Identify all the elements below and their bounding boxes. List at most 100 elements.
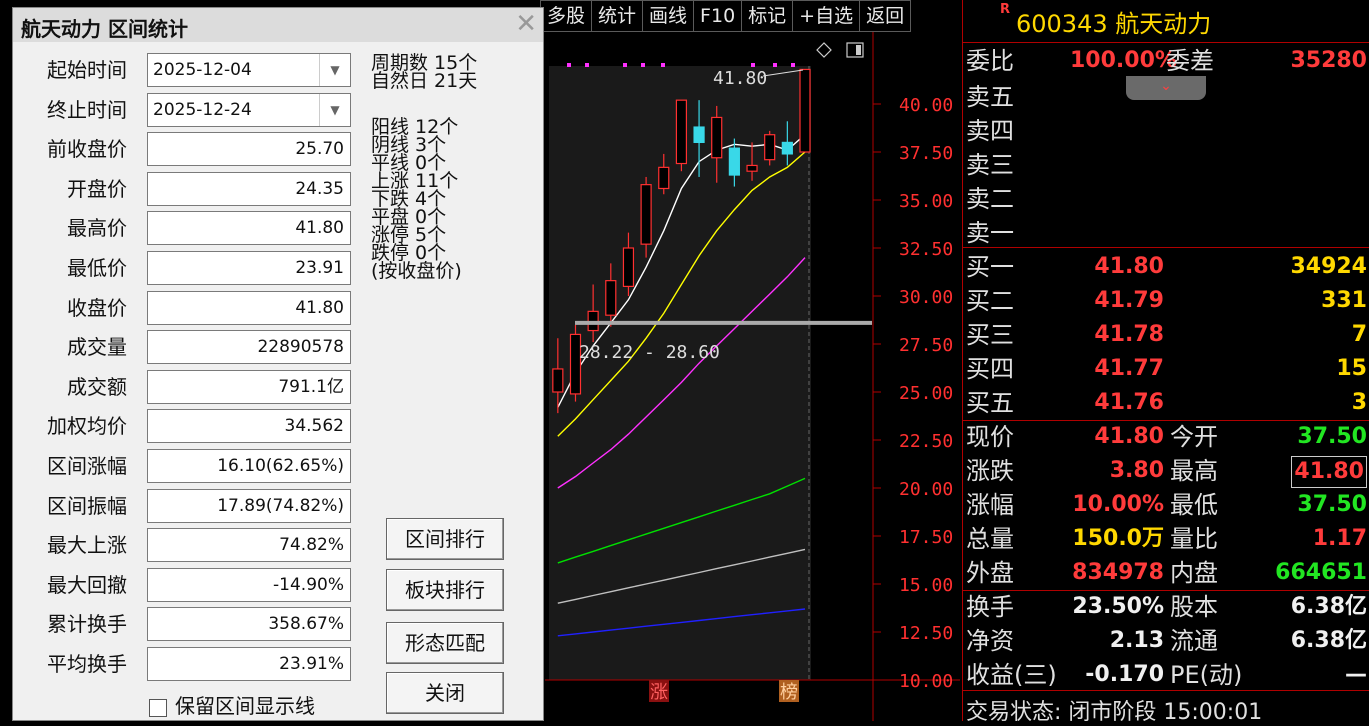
field-value: 25.70 (295, 139, 344, 160)
trade-status: 交易状态: 闭市阶段 15:00:01 (966, 700, 1263, 725)
value-field[interactable]: 25.70 (147, 132, 351, 167)
value-field[interactable]: 74.82% (147, 528, 351, 563)
stat-label: 总量 (966, 525, 1014, 553)
buy-price: 41.77 (1094, 356, 1164, 381)
close-button[interactable]: 关闭 (386, 672, 504, 714)
buy-volume: 15 (1336, 356, 1367, 381)
signal-dot (661, 63, 665, 67)
buy-label: 买五 (966, 389, 1014, 417)
field-label: 区间振幅 (47, 493, 127, 518)
checkbox-icon[interactable] (149, 698, 167, 717)
keep-line-checkbox[interactable]: 保留区间显示线 (149, 690, 315, 719)
toolbar-button[interactable]: 标记 (741, 0, 794, 32)
value-field[interactable]: -14.90% (147, 567, 351, 602)
kline-chart[interactable]: 40.00 37.50 35.00 32.50 30.00 27.50 25.00 22.50… (545, 32, 960, 721)
y-tick-label: 22.50 (899, 431, 953, 452)
sell-label: 卖二 (966, 185, 1014, 213)
field-value: 23.91% (279, 654, 344, 674)
field-label: 累计换手 (47, 612, 127, 637)
value-field[interactable]: 22890578 (147, 330, 351, 365)
divider (962, 42, 1369, 43)
bottom-tag: 涨 (650, 682, 668, 703)
chevron-down-icon[interactable]: ▼ (319, 93, 350, 126)
weibi-value: 100.00% (1070, 48, 1177, 73)
value-field[interactable]: 24.35 (147, 171, 351, 206)
quote-stat-row: 净资 2.13 流通 6.38亿 (962, 624, 1369, 658)
interval-stats-dialog: 航天动力 区间统计 ✕ 起始时间 2025-12-04 ▼ 终止时间 2025-12-2… (12, 7, 544, 721)
window-icon-fill (856, 45, 861, 55)
stat-value: 10.00% (1072, 492, 1164, 517)
field-label: 最高价 (67, 216, 127, 241)
value-field[interactable]: 23.91% (147, 647, 351, 681)
value-field[interactable]: 17.89(74.82%) (147, 488, 351, 523)
kline-chart-svg: 40.00 37.50 35.00 32.50 30.00 27.50 25.00 22.50… (545, 32, 960, 721)
buy-price: 41.76 (1094, 390, 1164, 415)
signal-dot (623, 63, 627, 67)
toolbar-button[interactable]: 统计 (591, 0, 644, 32)
date-combo[interactable]: 2025-12-24 ▼ (147, 92, 351, 127)
range-rank-button[interactable]: 区间排行 (386, 518, 504, 560)
field-label: 成交量 (67, 335, 127, 360)
stat-value: 37.50 (1297, 492, 1367, 517)
toolbar-button[interactable]: F10 (693, 0, 743, 32)
buy-row: 买五 41.76 3 (962, 386, 1369, 420)
signal-dot (585, 63, 589, 67)
value-field[interactable]: 23.91 (147, 251, 351, 285)
value-field[interactable]: 34.562 (147, 409, 351, 444)
value-field[interactable]: 358.67% (147, 607, 351, 642)
pattern-match-button[interactable]: 形态匹配 (386, 622, 504, 664)
stat-label: 涨幅 (966, 491, 1014, 519)
toolbar-button[interactable]: +自选 (792, 0, 861, 32)
y-tick-label: 12.50 (899, 623, 953, 644)
value-field[interactable]: 791.1亿 (147, 369, 351, 404)
stat-value: 41.80 (1094, 424, 1164, 449)
stat-label: 最高 (1170, 457, 1218, 485)
stock-title: 600343 航天动力 (1016, 4, 1211, 39)
stat-value: 3.80 (1109, 458, 1164, 483)
field-label: 加权均价 (47, 414, 127, 439)
field-label: 起始时间 (47, 58, 127, 82)
value-field[interactable]: 41.80 (147, 290, 351, 325)
y-tick-label: 10.00 (899, 671, 953, 692)
signal-dot (751, 63, 755, 67)
toolbar-button[interactable]: 多股 (540, 0, 593, 32)
stat-label: 股本 (1170, 593, 1218, 621)
keep-line-label: 保留区间显示线 (175, 694, 315, 718)
field-value: -14.90% (273, 574, 344, 595)
buy-price: 41.79 (1094, 288, 1164, 313)
sell-label: 卖三 (966, 151, 1014, 179)
toolbar-button[interactable]: 画线 (642, 0, 695, 32)
field-label: 最低价 (67, 256, 127, 280)
weicha-value: 35280 (1290, 48, 1367, 73)
value-field[interactable]: 41.80 (147, 211, 351, 246)
stat-label: 今开 (1170, 423, 1218, 451)
stat-value: — (1345, 662, 1367, 687)
y-tick-label: 37.50 (899, 143, 953, 164)
date-combo[interactable]: 2025-12-04 ▼ (147, 53, 351, 87)
toolbar-button[interactable]: 返回 (859, 0, 912, 32)
range-line (575, 320, 872, 325)
dialog-titlebar[interactable]: 航天动力 区间统计 ✕ (13, 8, 543, 42)
buy-volume: 331 (1321, 288, 1367, 313)
weicha-label: 委差 (1166, 47, 1214, 75)
sell-row: 卖二 (962, 182, 1369, 216)
range-label: 28.22 - 28.60 (579, 342, 720, 363)
field-label: 开盘价 (67, 176, 127, 201)
chart-toolbar: 多股 统计 画线 F10 标记 +自选 返回 (540, 0, 960, 32)
signal-dot (773, 63, 777, 67)
chevron-down-icon[interactable]: ▼ (319, 54, 350, 86)
close-icon[interactable]: ✕ (515, 11, 537, 37)
value-field[interactable]: 16.10(62.65%) (147, 449, 351, 483)
candle-body (675, 99, 688, 165)
field-value: 2025-12-24 (153, 99, 252, 120)
stat-value: -0.170 (1085, 662, 1164, 687)
buy-row: 买二 41.79 331 (962, 284, 1369, 318)
field-label: 成交额 (67, 374, 127, 399)
buy-label: 买三 (966, 321, 1014, 349)
stock-mark: R (1000, 2, 1011, 17)
stat-label: 最低 (1170, 491, 1218, 519)
sell-row: 卖五 (962, 80, 1369, 114)
sector-rank-button[interactable]: 板块排行 (386, 569, 504, 611)
field-value: 41.80 (295, 297, 344, 318)
candle-body (711, 116, 723, 159)
